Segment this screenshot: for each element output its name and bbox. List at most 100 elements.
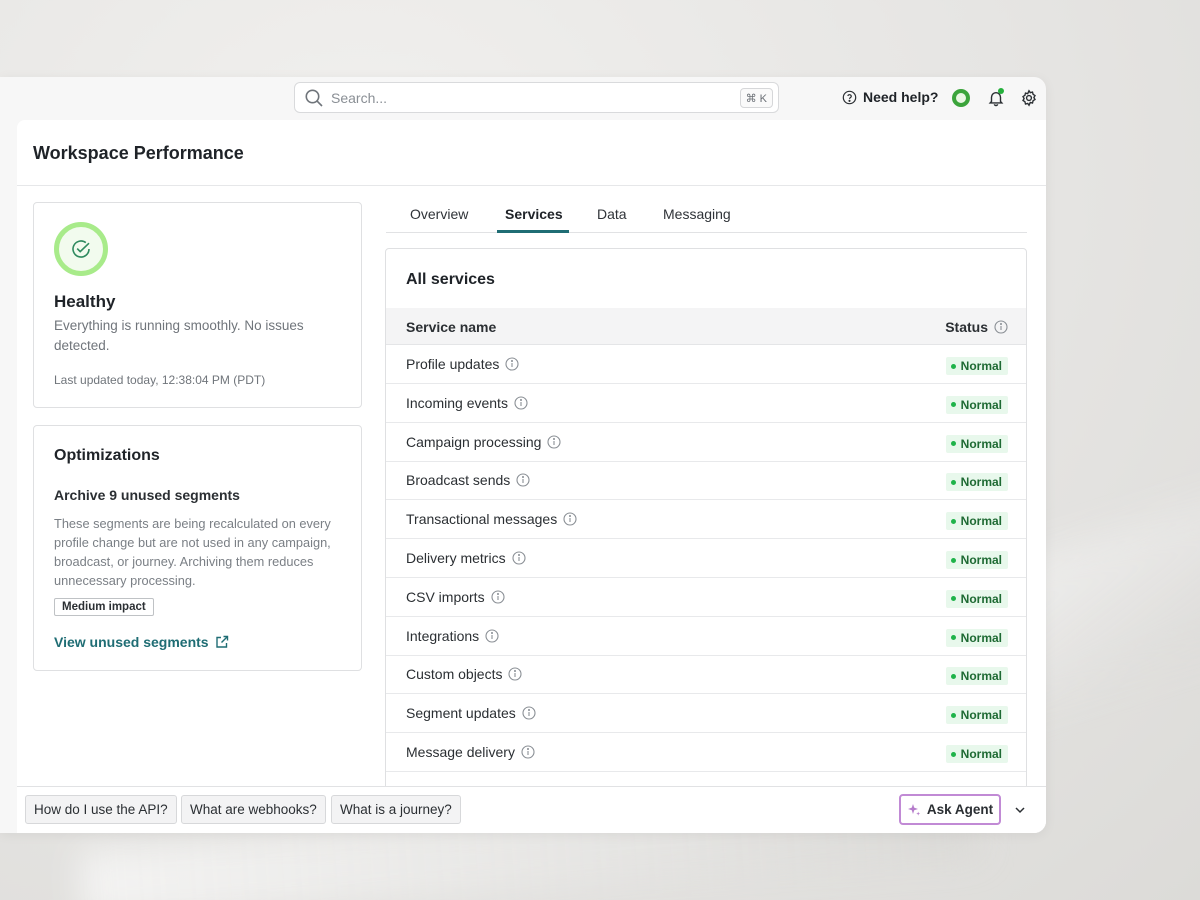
status-label: Normal (960, 708, 1002, 723)
service-name-label: Custom objects (406, 666, 503, 683)
info-icon[interactable] (516, 473, 530, 487)
ask-agent-button[interactable]: Ask Agent (899, 794, 1001, 825)
info-icon[interactable] (508, 667, 523, 681)
status-dot (950, 402, 956, 408)
tab-messaging[interactable]: Messaging (663, 206, 731, 222)
info-icon[interactable] (512, 551, 526, 565)
tab-services[interactable]: Services (505, 206, 563, 222)
page-title: Workspace Performance (33, 143, 244, 163)
suggestion-chip-journey[interactable]: What is a journey? (331, 795, 461, 824)
status-label: Normal (960, 514, 1002, 529)
help-label: Need help? (863, 89, 939, 105)
check-circle-icon (72, 240, 90, 258)
table-row[interactable]: CSV imports Normal (386, 578, 1026, 617)
status-badge: Normal (945, 395, 1008, 414)
info-icon[interactable] (521, 745, 535, 759)
status-label: Normal (960, 359, 1002, 373)
service-name: Message delivery (406, 744, 535, 760)
status-dot (950, 751, 956, 757)
services-title: All services (406, 271, 495, 288)
view-unused-segments-link[interactable]: View unused segments (54, 634, 229, 650)
help-button[interactable]: Need help? (842, 89, 938, 105)
service-name: Incoming events (406, 395, 528, 411)
status-badge: Normal (945, 589, 1008, 608)
service-name: Segment updates (406, 705, 536, 721)
status-label: Normal (960, 436, 1002, 451)
service-name: Broadcast sends (406, 472, 530, 488)
tab-data[interactable]: Data (597, 206, 627, 222)
info-icon[interactable] (485, 629, 499, 643)
search-placeholder: Search... (331, 89, 388, 106)
info-icon[interactable] (994, 320, 1008, 334)
chevron-down-icon[interactable] (1012, 802, 1028, 818)
tab-overview[interactable]: Overview (410, 206, 468, 222)
column-header-service-name: Service name (406, 319, 497, 335)
info-icon[interactable] (522, 706, 536, 720)
service-name-label: Message delivery (406, 744, 515, 760)
link-label: View unused segments (54, 634, 209, 650)
table-row[interactable]: Profile updates Normal (386, 345, 1026, 384)
table-row[interactable]: Transactional messages Normal (386, 500, 1026, 540)
service-name-label: CSV imports (406, 588, 485, 605)
status-dot (950, 479, 956, 485)
optimizations-card: Optimizations Archive 9 unused segments … (33, 425, 362, 671)
status-dot (950, 712, 956, 718)
status-badge: Normal (945, 512, 1008, 531)
main-panel: Workspace Performance Healthy Everything… (17, 120, 1046, 833)
search-input[interactable]: Search... ⌘ K (294, 82, 779, 113)
info-icon[interactable] (491, 590, 505, 604)
search-shortcut: ⌘ K (739, 88, 773, 108)
status-label: Normal (960, 669, 1002, 684)
health-title: Healthy (54, 292, 116, 311)
service-name-label: Campaign processing (406, 433, 542, 450)
table-header: Service name Status (386, 308, 1026, 345)
status-badge: Normal (945, 434, 1008, 453)
ask-agent-label: Ask Agent (926, 802, 994, 817)
status-badge: Normal (945, 357, 1008, 375)
info-icon[interactable] (563, 512, 577, 526)
suggestion-chip-api[interactable]: How do I use the API? (25, 795, 177, 824)
status-badge: Normal (945, 473, 1008, 492)
service-name: Integrations (406, 628, 499, 644)
status-dot (950, 596, 956, 602)
status-badge: Normal (945, 551, 1008, 569)
table-row[interactable]: Integrations Normal (386, 617, 1026, 656)
service-name-label: Delivery metrics (406, 550, 506, 566)
gear-icon[interactable] (1020, 89, 1038, 107)
column-header-status: Status (945, 319, 1008, 335)
divider (17, 185, 1046, 186)
status-dot (950, 441, 956, 447)
service-name-label: Segment updates (406, 705, 516, 722)
bottom-bar: How do I use the API? What are webhooks?… (17, 786, 1046, 833)
info-icon[interactable] (505, 357, 519, 371)
service-name-label: Incoming events (406, 394, 508, 411)
sparkle-icon (907, 803, 921, 816)
info-icon[interactable] (547, 435, 561, 449)
table-row[interactable]: Broadcast sends Normal (386, 461, 1026, 501)
status-badge: Normal (945, 706, 1008, 725)
status-header-label: Status (945, 319, 988, 335)
health-status-ring (54, 222, 108, 276)
suggestion-chip-webhooks[interactable]: What are webhooks? (181, 795, 326, 824)
table-row[interactable]: Incoming events Normal (386, 384, 1026, 423)
status-badge: Normal (945, 628, 1008, 647)
service-name: Campaign processing (406, 434, 561, 450)
search-icon (305, 89, 323, 107)
status-label: Normal (960, 397, 1002, 412)
table-row[interactable]: Message delivery Normal (386, 733, 1026, 772)
status-dot (950, 518, 956, 524)
table-row[interactable]: Custom objects Normal (386, 655, 1026, 695)
status-label: Normal (960, 591, 1002, 606)
status-dot (950, 635, 956, 641)
service-name-label: Profile updates (406, 356, 500, 372)
info-icon[interactable] (514, 396, 528, 410)
table-row[interactable]: Campaign processing Normal (386, 423, 1026, 462)
service-name-label: Broadcast sends (406, 472, 511, 489)
status-dot (950, 557, 956, 563)
impact-badge: Medium impact (54, 598, 154, 616)
table-row[interactable]: Segment updates Normal (386, 694, 1026, 734)
service-name: Profile updates (406, 356, 519, 372)
system-status-indicator[interactable] (952, 89, 970, 107)
table-row[interactable]: Delivery metrics Normal (386, 539, 1026, 578)
optimizations-title: Optimizations (54, 447, 160, 464)
